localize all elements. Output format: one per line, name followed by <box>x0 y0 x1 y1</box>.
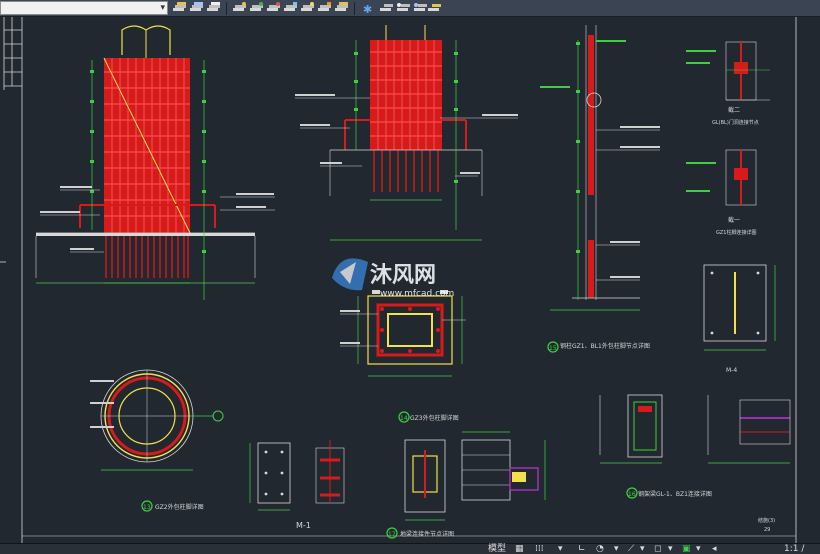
svg-text:16: 16 <box>628 491 636 498</box>
title-gz1: 钢柱GZ1、BL1外包柱脚节点详图 <box>560 342 650 350</box>
m1-plate-detail <box>249 440 345 511</box>
toolbar-separator <box>354 2 355 15</box>
title-gz3: GZ3外包柱脚详图 <box>410 414 459 422</box>
watermark-brand: 沐风网 <box>370 263 436 288</box>
svg-text:14: 14 <box>400 415 408 422</box>
toolbar-buttons: ✱ <box>173 2 441 16</box>
title-gl1: 钢架梁GL-1、BZ1连接详图 <box>638 490 712 498</box>
cad-application: ▾ ✱ 沐风网 www.mfcad.com 13 14 15 16 17 GZ3… <box>0 0 820 554</box>
svg-text:15: 15 <box>549 345 557 352</box>
layer-toolbar: ▾ ✱ <box>0 0 820 17</box>
grid-icon[interactable]: ▦ <box>515 543 524 554</box>
annotation-scale-icon[interactable]: ◂ <box>712 543 717 554</box>
left-title-block <box>0 17 23 543</box>
layer-copy-icon[interactable] <box>428 4 441 11</box>
watermark <box>332 258 368 291</box>
layer-walk-icon[interactable] <box>233 2 246 11</box>
status-bar: 模型 ▦ ⁞⁞⁞ ▾ ∟ ◔ ▾ ⟋ ▾ ◻ ▾ ▣ ▾ ◂ 1:1 / 100… <box>0 543 820 554</box>
layer-unisolate-icon[interactable] <box>267 2 280 11</box>
layer-icon[interactable] <box>173 2 186 11</box>
polar-tracking-icon[interactable]: ◔ <box>596 543 604 554</box>
ortho-icon[interactable]: ∟ <box>578 543 586 554</box>
dropdown-arrow-icon[interactable]: ▾ <box>614 543 619 554</box>
layer-match-icon[interactable] <box>335 2 348 11</box>
layer-settings-icon[interactable] <box>397 3 410 11</box>
detail-badge-17: 17 <box>386 527 398 539</box>
layer-freeze-icon[interactable] <box>284 2 297 11</box>
dropdown-arrow-icon[interactable]: ▾ <box>696 543 701 554</box>
title-gz2: GZ2外包柱脚详图 <box>155 503 204 511</box>
layer-delete-icon[interactable] <box>380 4 393 11</box>
toolbar-separator <box>226 2 227 15</box>
watermark-url: www.mfcad.com <box>380 289 454 299</box>
title-sec2: 截二 <box>728 106 740 114</box>
detail-badge-13: 13 <box>141 500 153 512</box>
layer-isolate-icon[interactable] <box>250 2 263 11</box>
sheet-page: 29 <box>764 527 770 533</box>
gz5-base-detail <box>404 431 546 521</box>
dropdown-arrow-icon[interactable]: ▾ <box>558 543 563 554</box>
detail-badge-15: 15 <box>547 341 559 353</box>
model-tab[interactable]: 模型 <box>488 543 506 554</box>
viewport-scale[interactable]: 1:1 / 100% <box>784 543 820 554</box>
detail-badge-14: 14 <box>398 411 410 423</box>
m4-plate-detail <box>703 264 776 351</box>
detail-badge-16: 16 <box>626 487 638 499</box>
snap-grid-icon[interactable]: ⁞⁞⁞ <box>535 543 544 554</box>
gz2-circular-base <box>90 369 224 471</box>
snap-tracking-icon[interactable]: ▣ <box>682 543 691 554</box>
title-gz5: 地梁连接件节点详图 <box>400 530 454 538</box>
svg-text:13: 13 <box>143 504 151 511</box>
isodraft-icon[interactable]: ⟋ <box>628 543 634 554</box>
dropdown-arrow-icon[interactable]: ▾ <box>668 543 673 554</box>
gz3-base-plan <box>340 290 466 377</box>
dropdown-arrow-icon[interactable]: ▾ <box>640 543 645 554</box>
title-sec1: 截一 <box>728 216 740 224</box>
column-elevation-middle <box>295 25 518 241</box>
column-section-15 <box>540 25 660 311</box>
title-m1: M-1 <box>296 521 311 530</box>
sheet-number: 结施(3) <box>758 517 775 524</box>
layer-previous-icon[interactable] <box>207 2 220 11</box>
layer-lock-icon[interactable] <box>318 2 331 11</box>
layer-merge-icon[interactable]: ✱ <box>363 3 372 16</box>
layer-state-icon[interactable] <box>190 2 203 11</box>
svg-text:✱: ✱ <box>363 3 372 16</box>
drawing-canvas[interactable]: 沐风网 www.mfcad.com 13 14 15 16 17 GZ3外包柱脚… <box>0 17 820 543</box>
layer-off-icon[interactable] <box>301 2 314 11</box>
column-elevation-left <box>35 25 275 300</box>
drawing-svg: 沐风网 www.mfcad.com 13 14 15 16 17 GZ3外包柱脚… <box>0 17 797 543</box>
object-snap-icon[interactable]: ◻ <box>654 543 661 554</box>
title-m4: M-4 <box>726 367 737 374</box>
title-gl-section: GL(BL)门洞连接节点 <box>712 119 759 126</box>
layer-current-icon[interactable] <box>414 3 427 11</box>
svg-text:17: 17 <box>388 531 396 538</box>
title-gz1-note: GZ1柱脚连接详图 <box>716 229 756 236</box>
beam-connection-16 <box>599 394 791 464</box>
